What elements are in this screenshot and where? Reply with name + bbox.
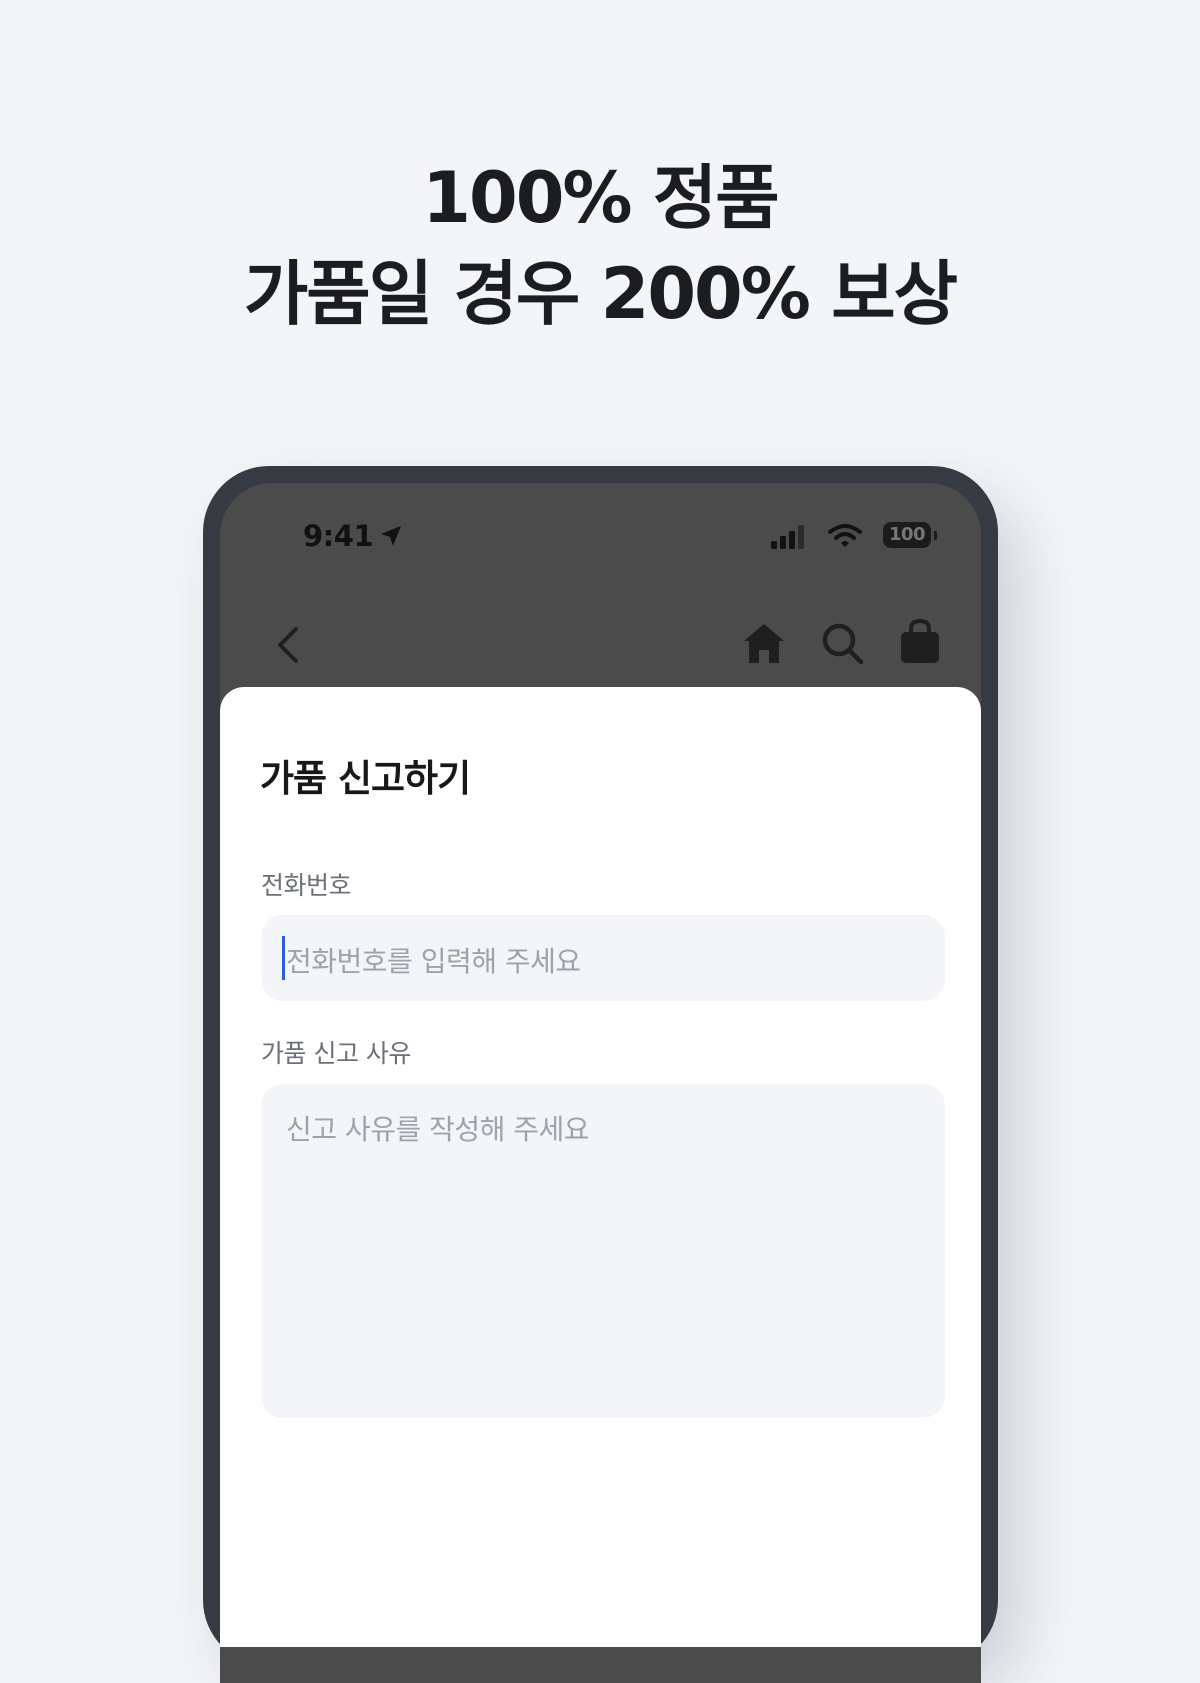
reason-input-placeholder: 신고 사유를 작성해 주세요 bbox=[286, 1113, 590, 1146]
phone-field-label: 전화번호 bbox=[261, 871, 352, 900]
sheet-title: 가품 신고하기 bbox=[260, 757, 471, 800]
back-chevron-icon[interactable] bbox=[264, 621, 312, 669]
status-time: 9:41 bbox=[303, 519, 374, 553]
reason-field-label: 가품 신고 사유 bbox=[261, 1039, 411, 1068]
phone-number-input[interactable]: 전화번호를 입력해 주세요 bbox=[261, 915, 945, 1001]
headline-line-2: 가품일 경우 200% 보상 bbox=[243, 253, 958, 335]
battery-tip bbox=[934, 531, 937, 540]
phone-input-placeholder: 전화번호를 입력해 주세요 bbox=[286, 945, 581, 978]
home-icon[interactable] bbox=[740, 619, 788, 667]
headline-line-1: 100% 정품 bbox=[422, 157, 779, 239]
cellular-signal-icon bbox=[771, 525, 804, 549]
wifi-icon bbox=[828, 524, 862, 547]
search-icon[interactable] bbox=[818, 619, 866, 667]
promo-headline: 100% 정품 가품일 경우 200% 보상 bbox=[0, 150, 1200, 342]
shopping-bag-icon[interactable] bbox=[896, 617, 944, 665]
battery-icon: 100 bbox=[883, 522, 931, 548]
location-arrow-icon bbox=[381, 526, 401, 546]
text-caret bbox=[282, 936, 285, 980]
report-reason-textarea[interactable]: 신고 사유를 작성해 주세요 bbox=[261, 1084, 945, 1418]
